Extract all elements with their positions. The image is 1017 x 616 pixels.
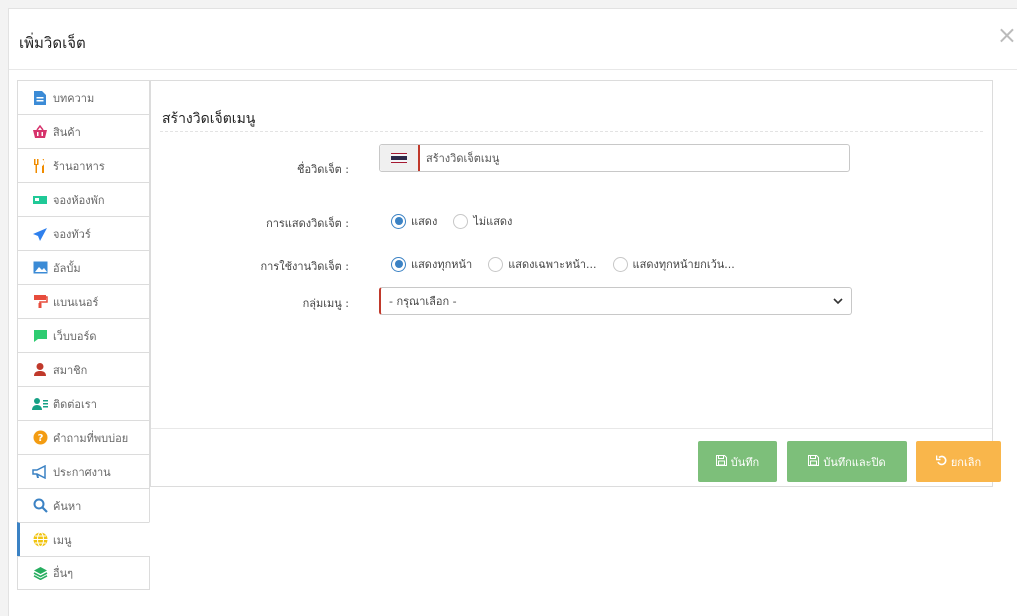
radio-indicator — [612, 256, 628, 272]
sidebar-item-product[interactable]: สินค้า — [17, 114, 150, 148]
sidebar-item-label: อัลบั้ม — [53, 261, 81, 275]
user-icon — [32, 362, 48, 378]
modal-header: เพิ่มวิดเจ็ต × — [9, 9, 1017, 70]
radio-label: แสดง — [411, 215, 438, 228]
radio-except-pages[interactable]: แสดงทุกหน้ายกเว้น... — [612, 255, 735, 273]
document-icon — [32, 90, 48, 106]
radio-label: ไม่แสดง — [473, 215, 513, 228]
sidebar-item-label: บทความ — [53, 91, 95, 105]
sidebar-item-menu[interactable]: เมนู — [17, 522, 150, 556]
paint-roller-icon — [32, 294, 48, 310]
sidebar-item-hotel[interactable]: จองห้องพัก — [17, 182, 150, 216]
modal-title: เพิ่มวิดเจ็ต — [19, 34, 86, 52]
sidebar-item-webboard[interactable]: เว็บบอร์ด — [17, 318, 150, 352]
save-and-close-button[interactable]: บันทึกและปิด — [787, 441, 907, 482]
floppy-disk-icon — [715, 454, 727, 469]
save-label: บันทึก — [730, 455, 760, 469]
sidebar-item-restaurant[interactable]: ร้านอาหาร — [17, 148, 150, 182]
sidebar-item-faq[interactable]: ? คำถามที่พบบ่อย — [17, 420, 150, 454]
panel-title: สร้างวิดเจ็ตเมนู — [162, 111, 256, 127]
svg-text:?: ? — [37, 433, 43, 444]
radio-indicator — [453, 213, 469, 229]
cancel-label: ยกเลิก — [950, 455, 982, 469]
sidebar-item-label: จองทัวร์ — [53, 227, 91, 241]
radio-specific-pages[interactable]: แสดงเฉพาะหน้า... — [488, 255, 597, 273]
sidebar-item-search[interactable]: ค้นหา — [17, 488, 150, 522]
usage-radio-group: แสดงทุกหน้า แสดงเฉพาะหน้า... แสดงทุกหน้า… — [391, 255, 751, 273]
widget-usage-label: การใช้งานวิดเจ็ต : — [260, 260, 349, 273]
radio-all-pages[interactable]: แสดงทุกหน้า — [391, 255, 472, 273]
sidebar-item-other[interactable]: อื่นๆ — [17, 556, 150, 590]
widget-name-label: ชื่อวิดเจ็ต : — [297, 163, 349, 176]
bed-icon — [32, 192, 48, 208]
sidebar-item-label: จองห้องพัก — [53, 193, 105, 207]
question-icon: ? — [32, 430, 48, 446]
sidebar-item-label: ร้านอาหาร — [53, 159, 105, 173]
widget-type-sidebar: บทความ สินค้า ร้านอาหาร จองห้องพัก จองทั… — [17, 80, 150, 590]
globe-icon — [32, 532, 48, 548]
language-selector[interactable] — [380, 145, 420, 171]
basket-icon — [32, 124, 48, 140]
sidebar-item-label: สินค้า — [53, 125, 81, 139]
sidebar-item-banner[interactable]: แบนเนอร์ — [17, 284, 150, 318]
radio-indicator — [391, 213, 406, 229]
radio-hide[interactable]: ไม่แสดง — [453, 212, 512, 230]
sidebar-item-label: เมนู — [53, 533, 72, 547]
radio-label: แสดงเฉพาะหน้า... — [508, 258, 597, 271]
thai-flag-icon — [391, 152, 407, 164]
save-button[interactable]: บันทึก — [698, 441, 777, 482]
menu-group-select[interactable]: - กรุณาเลือก - — [379, 287, 852, 315]
cancel-button[interactable]: ยกเลิก — [916, 441, 1001, 482]
layers-icon — [32, 565, 48, 581]
display-radio-group: แสดง ไม่แสดง — [391, 212, 528, 230]
radio-indicator — [391, 256, 406, 272]
sidebar-item-label: คำถามที่พบบ่อย — [53, 431, 129, 445]
sidebar-item-contact[interactable]: ติดต่อเรา — [17, 386, 150, 420]
search-icon — [32, 498, 48, 514]
close-button[interactable]: × — [997, 23, 1017, 47]
sidebar-item-label: อื่นๆ — [53, 567, 74, 580]
widget-form-panel: สร้างวิดเจ็ตเมนู ชื่อวิดเจ็ต : สร้างวิดเ… — [150, 80, 1001, 487]
sidebar-item-label: ค้นหา — [53, 499, 82, 513]
radio-label: แสดงทุกหน้ายกเว้น... — [632, 258, 735, 271]
radio-indicator — [488, 256, 504, 272]
sidebar-item-label: ติดต่อเรา — [53, 397, 97, 411]
utensils-icon — [32, 158, 48, 174]
plane-icon — [32, 226, 48, 242]
megaphone-icon — [32, 464, 48, 480]
select-value: - กรุณาเลือก - — [389, 295, 457, 308]
radio-label: แสดงทุกหน้า — [411, 258, 473, 271]
sidebar-item-article[interactable]: บทความ — [17, 80, 150, 114]
contact-icon — [32, 396, 48, 412]
sidebar-item-label: เว็บบอร์ด — [53, 329, 97, 343]
title-divider — [160, 131, 983, 132]
chat-icon — [32, 328, 48, 344]
sidebar-item-label: ประกาศงาน — [53, 465, 111, 479]
sidebar-item-jobs[interactable]: ประกาศงาน — [17, 454, 150, 488]
sidebar-item-tour[interactable]: จองทัวร์ — [17, 216, 150, 250]
chevron-down-icon — [833, 295, 843, 308]
widget-name-value: สร้างวิดเจ็ตเมนู — [426, 152, 500, 165]
undo-icon — [935, 455, 947, 469]
menu-group-label: กลุ่มเมนู : — [302, 297, 349, 310]
floppy-disk-icon — [808, 454, 820, 469]
radio-show[interactable]: แสดง — [391, 212, 437, 230]
save-close-label: บันทึกและปิด — [823, 455, 886, 469]
widget-display-label: การแสดงวิดเจ็ต : — [266, 217, 349, 230]
widget-name-field[interactable]: สร้างวิดเจ็ตเมนู — [379, 144, 850, 172]
sidebar-item-label: แบนเนอร์ — [53, 295, 99, 309]
sidebar-item-member[interactable]: สมาชิก — [17, 352, 150, 386]
sidebar-item-album[interactable]: อัลบั้ม — [17, 250, 150, 284]
sidebar-item-label: สมาชิก — [53, 363, 88, 377]
image-icon — [32, 260, 48, 276]
